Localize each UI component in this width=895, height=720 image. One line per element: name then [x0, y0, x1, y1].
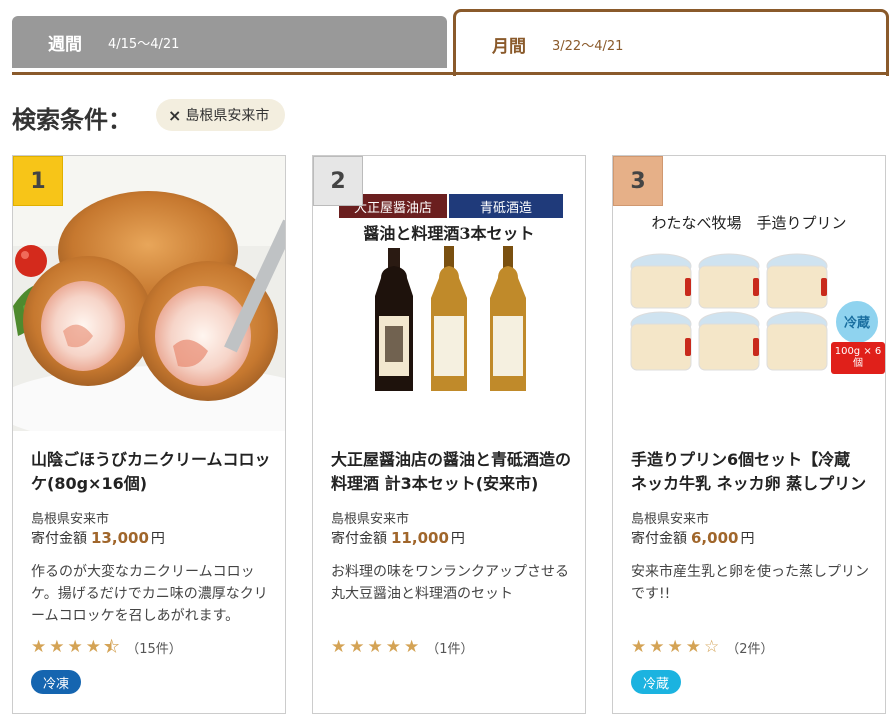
- tab-weekly[interactable]: 週間 4/15〜4/21: [12, 16, 447, 68]
- price-amount: 11,000: [391, 529, 449, 547]
- star-icon: ★: [385, 637, 401, 657]
- product-title[interactable]: 山陰ごほうびカニクリームコロッケ(80g×16個): [31, 448, 271, 496]
- tab-monthly-range: 3/22〜4/21: [552, 38, 624, 54]
- star-rating: ★ ★ ★ ★ ☆ （2件）: [631, 637, 774, 657]
- tab-monthly[interactable]: 月間 3/22〜4/21: [453, 9, 889, 76]
- review-count: （1件）: [426, 641, 474, 657]
- review-count: （2件）: [726, 641, 774, 657]
- star-icon: ★: [85, 637, 101, 657]
- product-location: 島根県安来市: [31, 512, 110, 527]
- price-unit: 円: [150, 531, 165, 547]
- star-icon: ★: [349, 637, 365, 657]
- image-quantity-label: 100g × 6個: [834, 346, 882, 369]
- product-card-2[interactable]: 大正屋醤油店 青砥酒造 醤油と料理酒3本セット 2 大正屋醤油店の醤油と青砥酒造…: [312, 155, 586, 714]
- star-icon: ★: [667, 637, 683, 657]
- star-icon: ★: [631, 637, 647, 657]
- product-description: お料理の味をワンランクアップさせる丸大豆醤油と料理酒のセット: [331, 564, 569, 602]
- star-icon: ★: [685, 637, 701, 657]
- star-icon: ★: [404, 637, 420, 657]
- price-unit: 円: [740, 531, 755, 547]
- product-description: 安来市産生乳と卵を使った蒸しプリンです!!: [631, 564, 869, 602]
- empty-star-icon: ☆: [704, 637, 720, 657]
- product-card-3[interactable]: わたなべ牧場 手造りプリン 冷蔵 100g × 6個 3 手造りプリン6個セット…: [612, 155, 886, 714]
- rank-badge: 1: [13, 156, 63, 206]
- filter-chip-label: 島根県安来市: [185, 108, 270, 124]
- price-amount: 13,000: [91, 529, 149, 547]
- rank-badge: 2: [313, 156, 363, 206]
- image-chilled-label: 冷蔵: [843, 316, 870, 331]
- star-icon: ★: [367, 637, 383, 657]
- product-card-1[interactable]: 1 山陰ごほうびカニクリームコロッケ(80g×16個) 島根県安来市 寄付金額 1…: [12, 155, 286, 714]
- price-row: 寄付金額 6,000 円: [631, 528, 754, 548]
- star-icon: ★: [331, 637, 347, 657]
- review-count: （15件）: [126, 641, 182, 657]
- rank-badge: 3: [613, 156, 663, 206]
- chilled-tag: 冷蔵: [631, 670, 682, 694]
- price-label: 寄付金額: [31, 531, 87, 547]
- filter-chip-yasugi[interactable]: × 島根県安来市: [156, 99, 286, 131]
- half-star-icon: ★: [104, 637, 120, 658]
- star-rating: ★ ★ ★ ★ ★ （1件）: [331, 637, 474, 657]
- product-location: 島根県安来市: [631, 512, 710, 527]
- price-row: 寄付金額 11,000 円: [331, 528, 465, 548]
- price-label: 寄付金額: [331, 531, 387, 547]
- price-row: 寄付金額 13,000 円: [31, 528, 165, 548]
- tab-weekly-range: 4/15〜4/21: [108, 36, 180, 52]
- star-rating: ★ ★ ★ ★ ★ （15件）: [31, 637, 182, 658]
- product-location: 島根県安来市: [331, 512, 410, 527]
- price-amount: 6,000: [691, 529, 739, 547]
- tab-monthly-label: 月間: [492, 36, 526, 57]
- frozen-tag: 冷凍: [31, 670, 82, 694]
- close-icon[interactable]: ×: [168, 106, 181, 125]
- product-title[interactable]: 手造りプリン6個セット【冷蔵 ネッカ牛乳 ネッカ卵 蒸しプリン …: [631, 448, 871, 496]
- tab-underline: [12, 72, 887, 75]
- star-icon: ★: [49, 637, 65, 657]
- star-icon: ★: [67, 637, 83, 657]
- price-unit: 円: [450, 531, 465, 547]
- product-title[interactable]: 大正屋醤油店の醤油と青砥酒造の料理酒 計3本セット(安来市): [331, 448, 571, 496]
- star-icon: ★: [649, 637, 665, 657]
- tab-weekly-label: 週間: [48, 34, 82, 55]
- product-description: 作るのが大変なカニクリームコロッケ。揚げるだけでカニ味の濃厚なクリームコロッケを…: [31, 564, 268, 624]
- search-condition-title: 検索条件：: [12, 106, 132, 134]
- price-label: 寄付金額: [631, 531, 687, 547]
- star-icon: ★: [31, 637, 47, 657]
